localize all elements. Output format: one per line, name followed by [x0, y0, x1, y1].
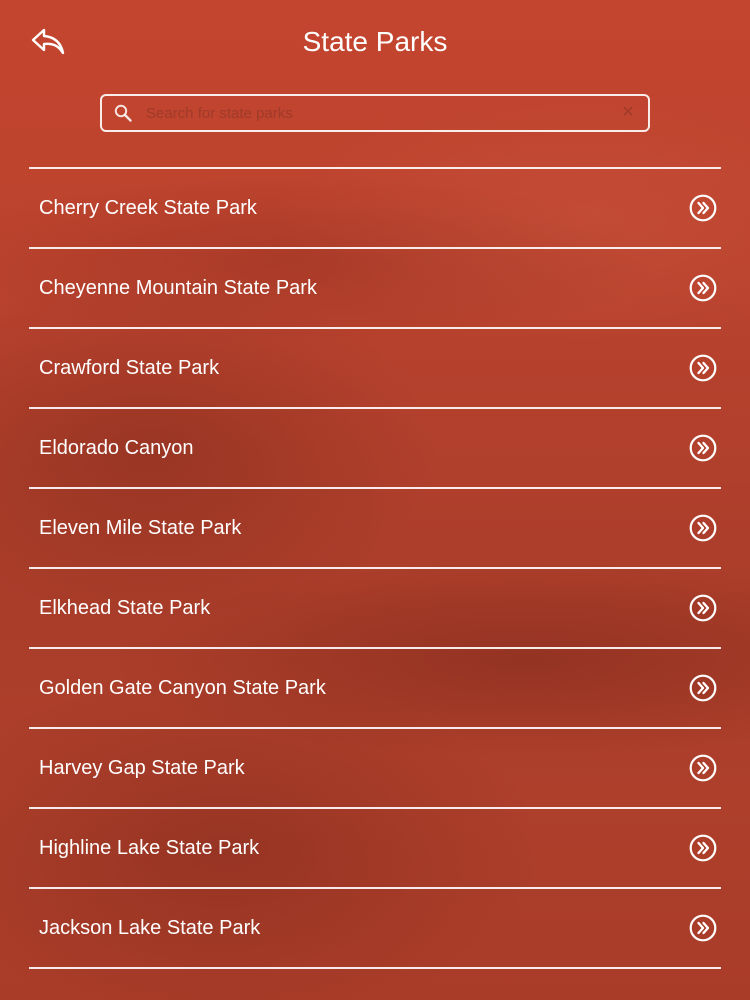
list-item-label: Harvey Gap State Park	[39, 757, 245, 779]
list-item-label: Elkhead State Park	[39, 597, 211, 619]
search-bar[interactable]: ✕	[100, 94, 650, 132]
list-item-label: Crawford State Park	[39, 357, 220, 379]
clear-icon[interactable]: ✕	[618, 103, 638, 123]
list-item[interactable]: Crawford State Park	[29, 329, 721, 409]
list-item-label: Jackson Lake State Park	[39, 917, 261, 939]
chevron-right-circle-icon[interactable]	[689, 674, 717, 702]
chevron-right-circle-icon[interactable]	[689, 594, 717, 622]
list-item-label: Highline Lake State Park	[39, 837, 260, 859]
list-item[interactable]: Harvey Gap State Park	[29, 729, 721, 809]
list-item-label: Cherry Creek State Park	[39, 197, 257, 219]
list-item[interactable]: Eldorado Canyon	[29, 409, 721, 489]
chevron-right-circle-icon[interactable]	[689, 354, 717, 382]
list-item[interactable]: Highline Lake State Park	[29, 809, 721, 889]
list-item-label: Cheyenne Mountain State Park	[39, 277, 317, 299]
page-title: State Parks	[302, 26, 448, 57]
chevron-right-circle-icon[interactable]	[689, 834, 717, 862]
chevron-right-circle-icon[interactable]	[689, 194, 717, 222]
park-list: Cherry Creek State Park Cheyenne Mountai…	[29, 167, 721, 969]
chevron-right-circle-icon[interactable]	[689, 514, 717, 542]
chevron-right-circle-icon[interactable]	[689, 274, 717, 302]
chevron-right-circle-icon[interactable]	[689, 914, 717, 942]
chevron-right-circle-icon[interactable]	[689, 754, 717, 782]
list-item[interactable]: Eleven Mile State Park	[29, 489, 721, 569]
chevron-right-circle-icon[interactable]	[689, 434, 717, 462]
list-item[interactable]: Jackson Lake State Park	[29, 889, 721, 969]
list-item[interactable]: Elkhead State Park	[29, 569, 721, 649]
list-item[interactable]: Cheyenne Mountain State Park	[29, 249, 721, 329]
search-icon	[114, 104, 132, 122]
list-item[interactable]: Golden Gate Canyon State Park	[29, 649, 721, 729]
list-item[interactable]: Cherry Creek State Park	[29, 169, 721, 249]
list-item-label: Golden Gate Canyon State Park	[39, 677, 326, 699]
header: State Parks	[0, 0, 750, 86]
list-item-label: Eldorado Canyon	[39, 437, 194, 459]
search-input[interactable]	[146, 96, 606, 130]
list-item-label: Eleven Mile State Park	[39, 517, 242, 539]
